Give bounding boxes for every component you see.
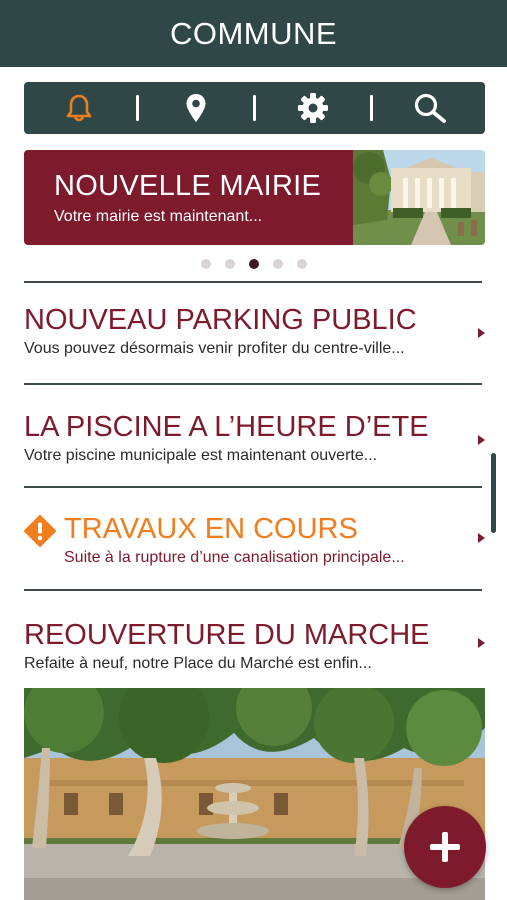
town-hall-photo [353, 150, 485, 245]
news-item-marche[interactable]: REOUVERTURE DU MARCHE Refaite à neuf, no… [24, 618, 485, 674]
chevron-right-icon [478, 638, 485, 648]
banner-text-panel: NOUVELLE MAIRIE Votre mairie est mainten… [24, 150, 353, 245]
add-button[interactable] [404, 806, 486, 888]
chevron-right-icon [478, 533, 485, 543]
featured-news-banner[interactable]: NOUVELLE MAIRIE Votre mairie est mainten… [24, 150, 485, 245]
news-item-parking[interactable]: NOUVEAU PARKING PUBLIC Vous pouvez désor… [24, 303, 485, 359]
news-subtitle: Suite à la rupture d’une canalisation pr… [64, 549, 405, 566]
news-title: TRAVAUX EN COURS [64, 513, 358, 545]
news-item-piscine[interactable]: LA PISCINE A L’HEURE D’ETE Votre piscine… [24, 410, 485, 466]
chevron-right-icon [478, 435, 485, 445]
chevron-right-icon [478, 328, 485, 338]
search-icon [415, 93, 447, 123]
divider [24, 486, 482, 488]
app-header: COMMUNE [0, 0, 507, 67]
news-title: NOUVEAU PARKING PUBLIC [24, 304, 417, 336]
news-title: REOUVERTURE DU MARCHE [24, 619, 430, 651]
news-item-travaux[interactable]: TRAVAUX EN COURS Suite à la rupture d’un… [24, 512, 485, 568]
scrollbar[interactable] [491, 453, 496, 533]
carousel-dot[interactable] [272, 259, 283, 269]
map-pin-icon [186, 94, 206, 122]
carousel-pagination [0, 259, 507, 269]
settings-button[interactable] [289, 88, 337, 128]
toolbar-separator [252, 95, 256, 121]
notifications-button[interactable] [55, 88, 103, 128]
banner-subtitle: Votre mairie est maintenant... [54, 208, 263, 225]
gear-icon [298, 93, 329, 123]
news-title: LA PISCINE A L’HEURE D’ETE [24, 411, 429, 443]
toolbar-separator [370, 95, 374, 121]
carousel-dot[interactable] [296, 259, 307, 269]
divider [24, 589, 482, 591]
divider [24, 281, 482, 283]
search-button[interactable] [406, 88, 454, 128]
carousel-dot-active[interactable] [248, 259, 259, 269]
app-title: COMMUNE [169, 15, 338, 51]
toolbar-separator [135, 95, 139, 121]
divider [24, 383, 482, 385]
news-subtitle: Refaite à neuf, notre Place du Marché es… [24, 655, 372, 672]
map-button[interactable] [172, 88, 220, 128]
bell-icon [66, 94, 91, 122]
carousel-dot[interactable] [224, 259, 235, 269]
warning-icon [24, 515, 56, 547]
carousel-dot[interactable] [200, 259, 211, 269]
news-subtitle: Votre piscine municipale est maintenant … [24, 447, 378, 464]
toolbar [24, 82, 485, 134]
banner-title: NOUVELLE MAIRIE [54, 170, 322, 202]
news-subtitle: Vous pouvez désormais venir profiter du … [24, 340, 405, 357]
plus-icon [430, 832, 460, 862]
